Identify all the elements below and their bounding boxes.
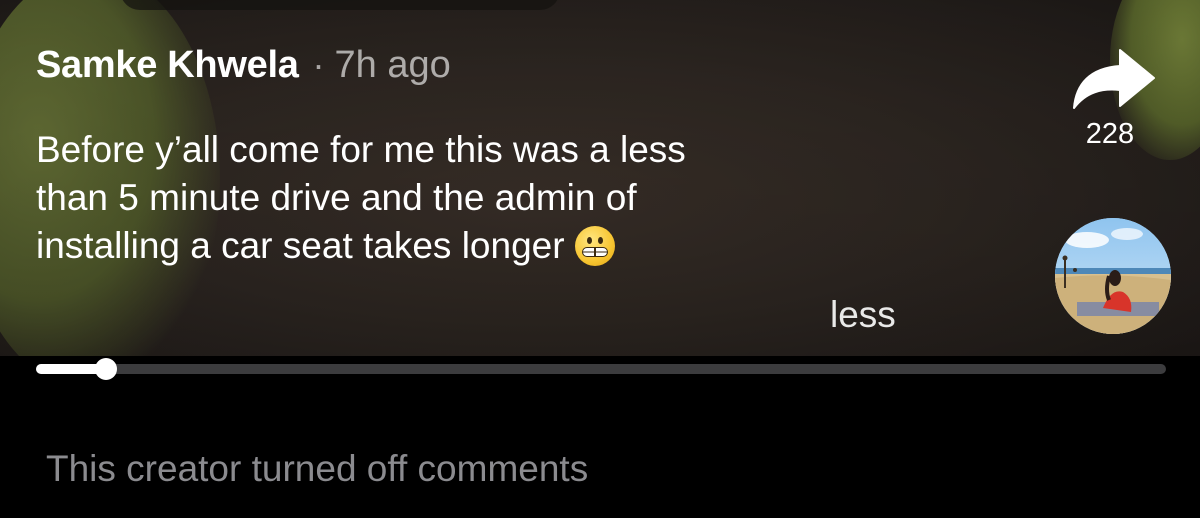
post-caption: Before y’all come for me this was a less… (36, 126, 856, 270)
author-name[interactable]: Samke Khwela (36, 44, 299, 87)
share-button[interactable] (1062, 46, 1158, 116)
caption-line-text: installing a car seat takes longer (36, 225, 565, 266)
post-meta: Samke Khwela · 7h ago (36, 44, 451, 87)
caption-line: installing a car seat takes longer (36, 222, 856, 270)
caption-line: Before y’all come for me this was a less (36, 129, 686, 170)
share-count: 228 (1085, 118, 1135, 150)
progress-scrubber-handle[interactable] (95, 358, 118, 380)
creator-avatar-image (1055, 218, 1171, 334)
meta-separator: · (312, 44, 325, 85)
video-post-screen: Samke Khwela · 7h ago Before y’all come … (0, 0, 1200, 518)
share-arrow-icon (1073, 49, 1155, 109)
video-progress-bar[interactable] (36, 358, 1166, 380)
caption-line: than 5 minute drive and the admin of (36, 177, 637, 218)
creator-avatar[interactable] (1055, 218, 1171, 334)
progress-track (36, 364, 1166, 374)
caption-less-toggle[interactable]: less (830, 294, 896, 336)
grimacing-face-icon (574, 226, 615, 266)
video-player[interactable]: Samke Khwela · 7h ago Before y’all come … (0, 0, 1200, 356)
comments-disabled-notice: This creator turned off comments (46, 448, 589, 489)
post-time: 7h ago (334, 44, 451, 86)
